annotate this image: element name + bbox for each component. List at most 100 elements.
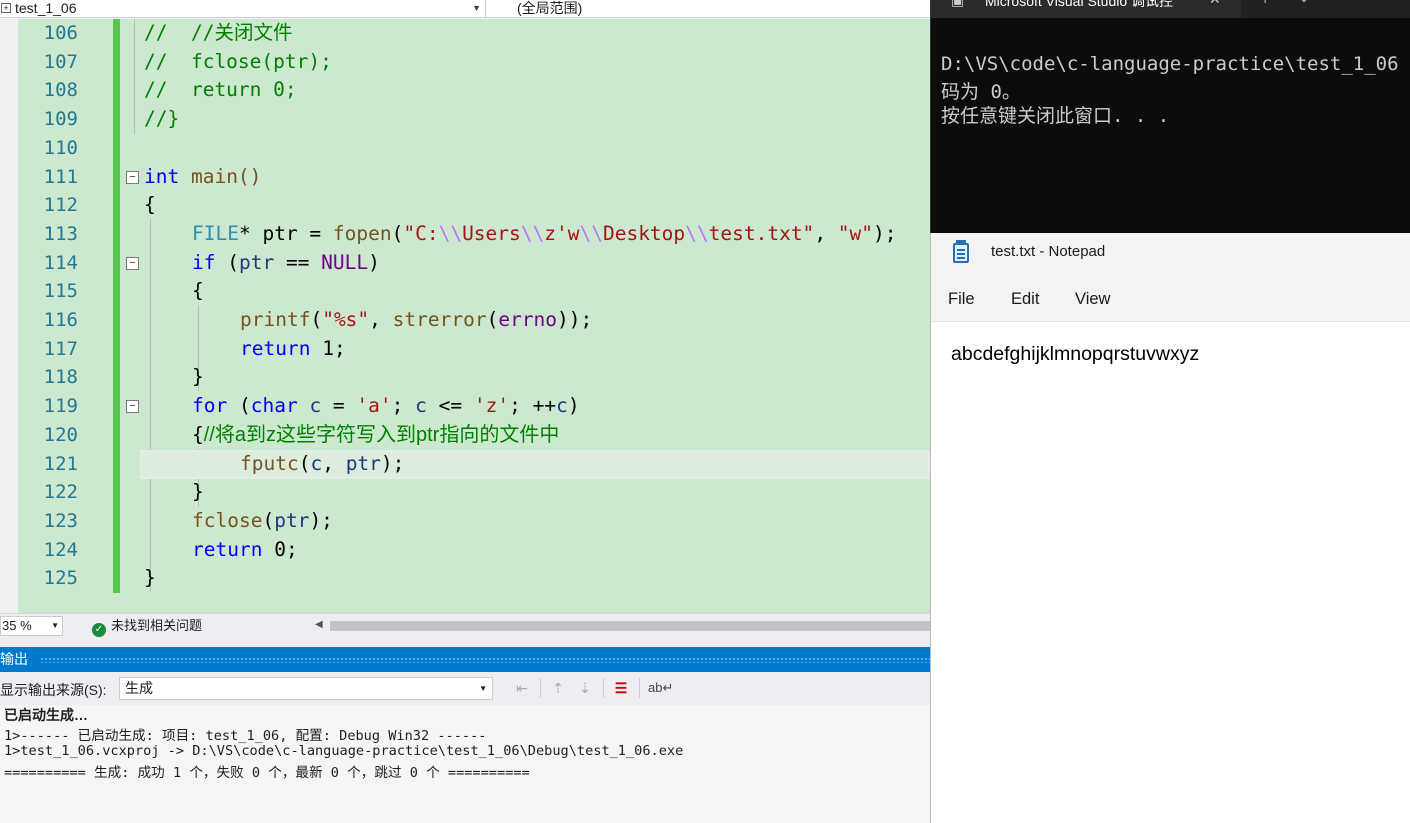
number-token: 0 bbox=[274, 537, 286, 561]
notepad-title: test.txt - Notepad bbox=[991, 243, 1106, 260]
chevron-down-icon[interactable]: ⌄ bbox=[1299, 0, 1309, 5]
output-source-label: 显示输出来源(S): bbox=[0, 682, 107, 698]
menu-view[interactable]: View bbox=[1075, 290, 1110, 309]
menu-edit[interactable]: Edit bbox=[1011, 290, 1039, 309]
line-number: 122 bbox=[43, 481, 78, 504]
notepad-menu-bar: File Edit View bbox=[931, 273, 1410, 322]
line-number: 109 bbox=[43, 108, 78, 131]
code-line: 123 fclose(ptr); bbox=[0, 507, 930, 536]
line-number: 108 bbox=[43, 79, 78, 102]
code-line: 111 − int main() bbox=[0, 163, 930, 192]
collapse-icon[interactable]: − bbox=[126, 256, 139, 270]
find-message-icon[interactable]: ⇤ bbox=[512, 678, 532, 698]
console-line: 按任意键关闭此窗口. . . bbox=[941, 105, 1170, 127]
close-icon[interactable]: ✕ bbox=[1209, 0, 1221, 8]
number-token: 1 bbox=[322, 336, 334, 360]
file-combo[interactable]: + test_1_06 ▼ bbox=[0, 0, 486, 18]
keyword-token: for bbox=[192, 394, 228, 418]
variable-token: ptr bbox=[274, 508, 310, 532]
escape-token: \\ bbox=[438, 221, 463, 245]
code-comment: //} bbox=[144, 107, 180, 131]
escape-token: \\ bbox=[579, 221, 603, 245]
function-token: strerror bbox=[392, 308, 487, 331]
navigation-bar: + test_1_06 ▼ (全局范围) bbox=[0, 0, 930, 18]
output-text-area[interactable]: 已启动生成… 1>------ 已启动生成: 项目: test_1_06, 配置… bbox=[0, 705, 930, 823]
function-token: main() bbox=[179, 164, 262, 188]
line-number: 107 bbox=[43, 50, 78, 73]
macro-token: errno bbox=[498, 308, 558, 331]
output-title: 输出 bbox=[0, 651, 28, 667]
go-next-icon[interactable]: ⇣ bbox=[575, 678, 595, 698]
chevron-down-icon: ▼ bbox=[51, 621, 59, 630]
brace-token: { bbox=[144, 193, 156, 217]
code-comment: //将a到z这些字符写入到ptr指向的文件中 bbox=[203, 423, 560, 446]
zoom-combo[interactable]: 35 % ▼ bbox=[0, 616, 63, 636]
output-line: 1>------ 已启动生成: 项目: test_1_06, 配置: Debug… bbox=[4, 728, 487, 744]
new-tab-icon[interactable]: + bbox=[1261, 0, 1269, 7]
toolbar-separator bbox=[603, 678, 604, 698]
type-token: FILE bbox=[192, 221, 239, 245]
line-number: 113 bbox=[43, 222, 78, 245]
line-number: 118 bbox=[43, 366, 78, 389]
output-line: ========== 生成: 成功 1 个，失败 0 个，最新 0 个，跳过 0… bbox=[4, 765, 530, 781]
line-number: 124 bbox=[43, 538, 78, 561]
code-line: 121 fputc(c, ptr); bbox=[0, 450, 930, 479]
string-token: "%s" bbox=[322, 308, 370, 331]
menu-file[interactable]: File bbox=[948, 290, 975, 309]
word-wrap-icon[interactable]: ab↵ bbox=[648, 678, 673, 698]
notepad-icon bbox=[953, 240, 969, 263]
code-comment: // //关闭文件 bbox=[144, 21, 293, 44]
string-token: Users bbox=[462, 221, 521, 245]
clear-all-icon[interactable]: ☰ bbox=[611, 678, 631, 698]
output-source-select[interactable]: 生成 ▼ bbox=[119, 677, 493, 700]
line-number: 125 bbox=[43, 567, 78, 590]
output-line: 已启动生成… bbox=[4, 707, 88, 723]
brace-token: { bbox=[192, 279, 204, 303]
variable-token: ptr bbox=[345, 451, 381, 475]
code-editor[interactable]: 106 // //关闭文件 107 // fclose(ptr); 108 //… bbox=[0, 19, 930, 613]
drag-handle[interactable] bbox=[40, 657, 930, 663]
code-line: 125 } bbox=[0, 564, 930, 593]
variable-token: c bbox=[310, 451, 323, 475]
string-token: 'z' bbox=[473, 394, 510, 418]
brace-token: } bbox=[192, 365, 204, 389]
escape-token: \\ bbox=[685, 221, 709, 245]
variable-token: c bbox=[309, 394, 322, 418]
collapse-icon[interactable]: − bbox=[126, 170, 139, 184]
code-line: 120 {//将a到z这些字符写入到ptr指向的文件中 bbox=[0, 421, 930, 450]
code-line: 124 return 0; bbox=[0, 536, 930, 565]
go-previous-icon[interactable]: ⇡ bbox=[548, 678, 568, 698]
code-line: 113 FILE* ptr = fopen("C:\\Users\\z'w\\D… bbox=[0, 220, 930, 249]
scope-combo-value: (全局范围) bbox=[517, 0, 583, 16]
console-app-icon: ▣ bbox=[951, 0, 965, 8]
function-token: fopen bbox=[332, 221, 392, 245]
brace-token: { bbox=[192, 422, 204, 446]
line-number: 106 bbox=[43, 22, 78, 44]
line-number: 117 bbox=[43, 337, 78, 360]
visual-studio-window: + test_1_06 ▼ (全局范围) 106 // //关闭文件 107 /… bbox=[0, 0, 930, 823]
string-token: "C: bbox=[403, 221, 439, 245]
collapse-icon[interactable]: − bbox=[126, 400, 139, 414]
string-token: test.txt" bbox=[708, 221, 815, 245]
string-token: z'w bbox=[544, 221, 580, 245]
output-panel-header: 输出 bbox=[0, 647, 930, 672]
code-token: * ptr = bbox=[238, 221, 333, 245]
line-number: 115 bbox=[43, 280, 78, 303]
function-token: fputc bbox=[240, 451, 299, 475]
brace-token: } bbox=[192, 480, 204, 504]
scope-combo[interactable]: (全局范围) bbox=[491, 0, 930, 18]
keyword-token: return bbox=[240, 336, 311, 360]
keyword-token: if bbox=[192, 250, 216, 274]
keyword-token: return bbox=[192, 537, 263, 561]
line-number: 120 bbox=[43, 423, 78, 446]
notepad-text-content[interactable]: abcdefghijklmnopqrstuvwxyz bbox=[951, 343, 1199, 366]
console-line: D:\VS\code\c-language-practice\test_1_06 bbox=[941, 53, 1399, 75]
code-line: 115 { bbox=[0, 277, 930, 306]
notepad-window: test.txt - Notepad File Edit View abcdef… bbox=[930, 233, 1410, 823]
console-tab[interactable]: ▣ Microsoft Visual Studio 调试控 ✕ bbox=[931, 0, 1241, 18]
line-number: 116 bbox=[43, 309, 78, 331]
chevron-down-icon: ▼ bbox=[472, 3, 481, 13]
scroll-left-icon[interactable]: ◀ bbox=[315, 619, 323, 630]
horizontal-scrollbar[interactable] bbox=[330, 621, 930, 631]
issues-indicator[interactable]: ✓ 未找到相关问题 bbox=[92, 617, 202, 637]
